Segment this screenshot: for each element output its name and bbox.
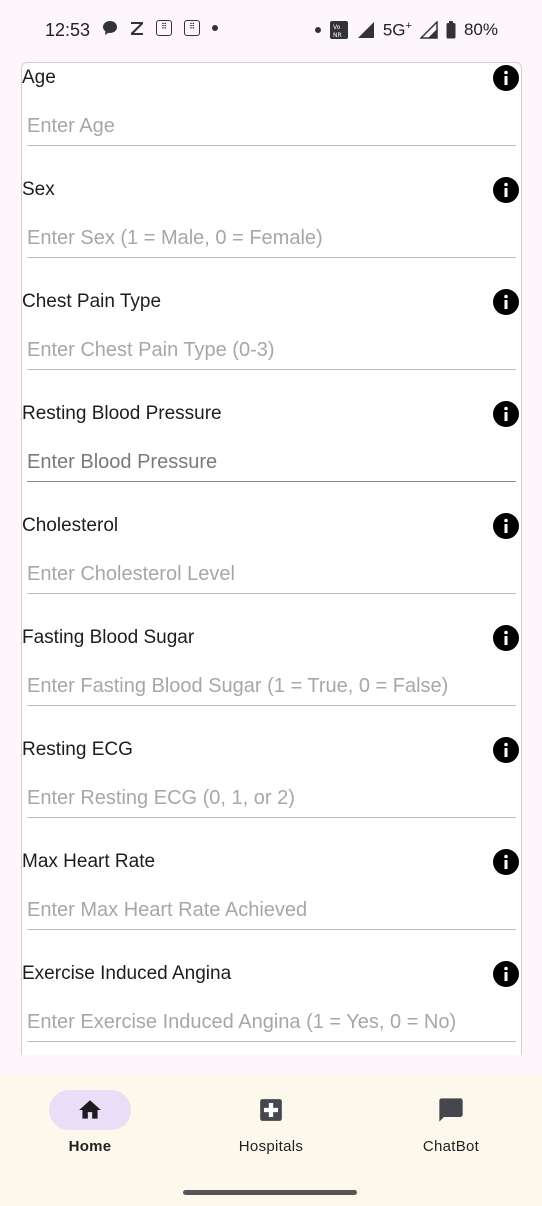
nav-pill [230,1090,312,1130]
field-label: Resting ECG [22,739,133,760]
calendar-icon-2: ⠿ [184,20,200,36]
field-max-heart-rate: Max Heart Rate [22,847,521,959]
field-cholesterol: Cholesterol [22,511,521,623]
blood-pressure-input-container [27,445,516,482]
sex-input-container [27,221,516,258]
max-heart-rate-input-container [27,893,516,930]
age-input[interactable] [27,109,516,143]
field-chest-pain-type: Chest Pain Type [22,287,521,399]
network-type: 5G+ [382,20,412,40]
signal-icon-2 [419,21,438,40]
bottom-navigation: Home Hospitals ChatBot [0,1074,542,1206]
field-resting-ecg: Resting ECG [22,735,521,847]
heart-form[interactable]: Age Sex Chest Pain Type Resting Blood Pr… [21,62,522,1055]
svg-text:NR: NR [333,32,342,39]
field-fasting-blood-sugar: Fasting Blood Sugar [22,623,521,735]
calendar-icon: ⠿ [156,20,172,36]
nav-item-home[interactable]: Home [20,1088,160,1168]
info-icon[interactable] [493,849,519,875]
svg-text:Vo: Vo [333,24,341,31]
field-label: Resting Blood Pressure [22,403,222,424]
resting-ecg-input[interactable] [27,781,516,815]
signal-icon [357,22,374,39]
field-label: Cholesterol [22,515,119,536]
nav-item-chatbot[interactable]: ChatBot [381,1088,521,1168]
chat-bubble-icon [103,21,117,35]
battery-percent: 80% [463,20,498,40]
resting-ecg-input-container [27,781,516,818]
field-label: Chest Pain Type [22,291,162,312]
info-icon[interactable] [493,961,519,987]
volte-icon: VoNR [329,21,348,40]
age-input-container [27,109,516,146]
exercise-angina-input[interactable] [27,1005,516,1039]
info-icon[interactable] [493,65,519,91]
info-icon[interactable] [493,513,519,539]
status-time: 12:53 [45,20,91,40]
nav-label-chatbot: ChatBot [422,1138,480,1155]
info-icon[interactable] [493,737,519,763]
info-icon[interactable] [493,401,519,427]
field-exercise-induced-angina: Exercise Induced Angina [22,959,521,1055]
notification-icons: ⠿ ⠿ [102,20,218,36]
chest-pain-input-container [27,333,516,370]
field-label: Max Heart Rate [22,851,156,872]
field-label: Age [22,67,56,88]
blood-pressure-input[interactable] [27,445,516,479]
nav-pill-active [49,1090,131,1130]
info-icon[interactable] [493,625,519,651]
z-icon [131,22,143,35]
battery-icon [446,21,456,39]
status-bar: 12:53 ⠿ ⠿ Vo NR 5G+ 80% [0,0,542,62]
nav-label-home: Home [68,1138,112,1155]
nav-label-hospitals: Hospitals [238,1138,304,1155]
exercise-angina-input-container [27,1005,516,1042]
status-right: Vo NR 5G+ 80% [314,20,498,41]
medical-cross-icon [260,1099,282,1121]
max-heart-rate-input[interactable] [27,893,516,927]
cholesterol-input[interactable] [27,557,516,591]
field-label: Exercise Induced Angina [22,963,232,984]
home-icon [79,1100,101,1119]
dot-icon [314,27,321,34]
gesture-bar[interactable] [183,1190,357,1195]
field-label: Sex [22,179,55,200]
field-age: Age [22,63,521,175]
more-notifications-dot [212,25,218,31]
info-icon[interactable] [493,177,519,203]
fasting-blood-sugar-input[interactable] [27,669,516,703]
chat-icon [439,1098,463,1122]
sex-input[interactable] [27,221,516,255]
nav-item-hospitals[interactable]: Hospitals [201,1088,341,1168]
field-label: Fasting Blood Sugar [22,627,195,648]
field-sex: Sex [22,175,521,287]
nav-pill [410,1090,492,1130]
fasting-blood-sugar-input-container [27,669,516,706]
cholesterol-input-container [27,557,516,594]
field-resting-blood-pressure: Resting Blood Pressure [22,399,521,511]
chest-pain-input[interactable] [27,333,516,367]
info-icon[interactable] [493,289,519,315]
